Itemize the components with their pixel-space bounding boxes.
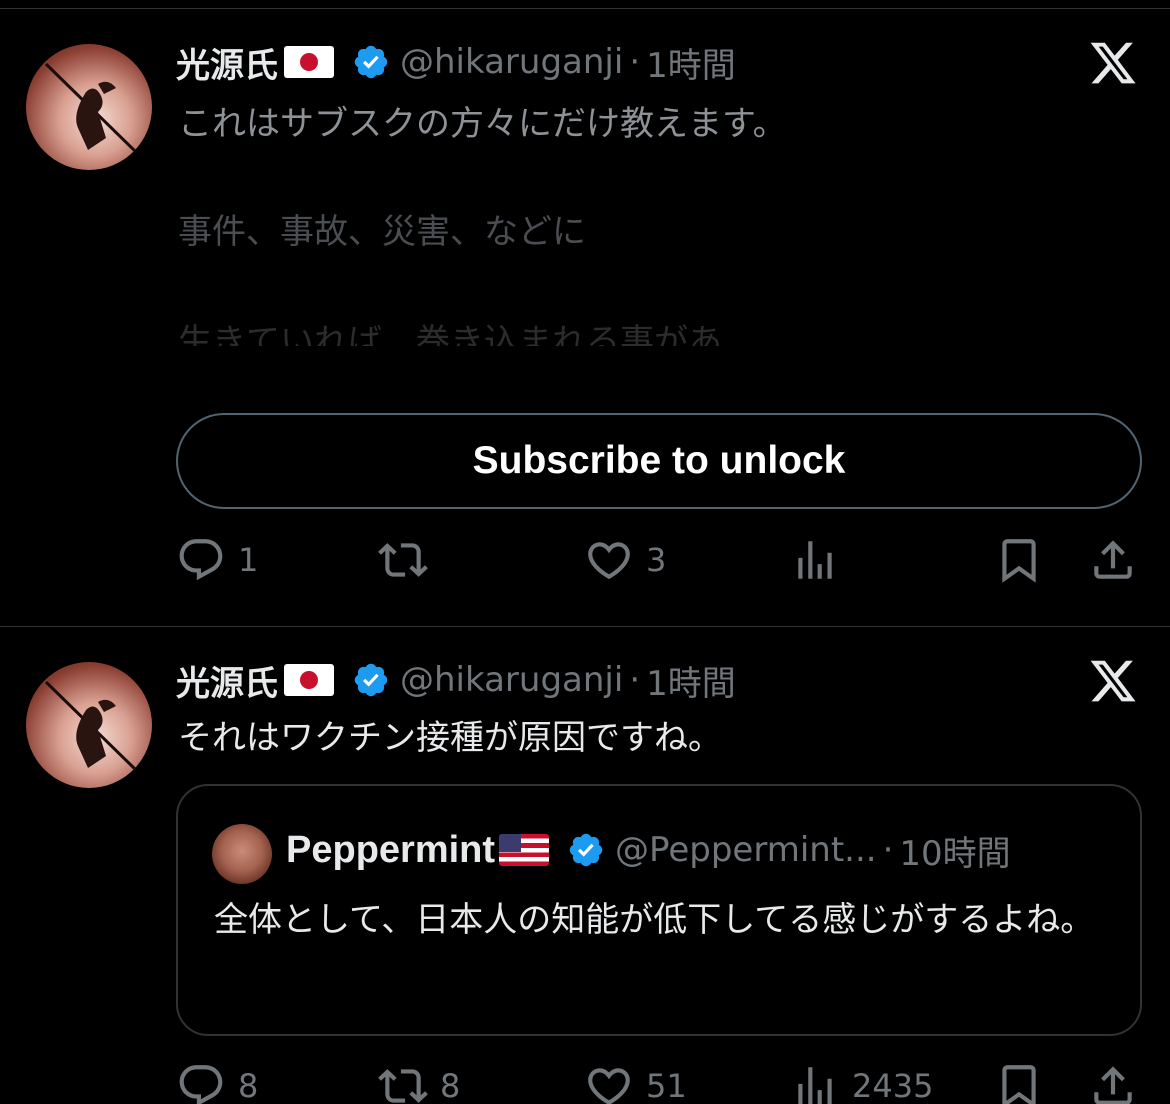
verified-badge-icon[interactable] (352, 661, 390, 699)
quote-avatar[interactable] (212, 824, 272, 884)
share-button[interactable] (1088, 530, 1138, 590)
like-count: 51 (646, 1067, 687, 1104)
share-icon (1094, 1066, 1132, 1104)
display-name[interactable]: 光源氏 (176, 656, 278, 705)
tweet[interactable]: 光源氏 @hikaruganji · 1時間 これはサブスクの方々にだけ教えます… (0, 10, 1170, 625)
separator-dot: · (629, 42, 641, 82)
quote-display-name: Peppermint (286, 828, 496, 871)
like-count: 3 (646, 541, 667, 579)
handle[interactable]: @hikaruganji (400, 42, 623, 82)
timestamp[interactable]: 1時間 (646, 656, 736, 705)
bookmark-icon (1002, 1065, 1036, 1104)
retweet-count: 8 (440, 1067, 461, 1104)
japan-flag-icon (284, 664, 334, 696)
reply-icon (179, 1065, 223, 1104)
quoted-tweet[interactable]: Peppermint @Peppermint... · 10時間 全体として、日… (176, 784, 1142, 1036)
tweet-text-line: 事件、事故、災害、などに (178, 212, 586, 252)
x-logo-icon (1090, 42, 1136, 84)
tweet-divider (0, 626, 1170, 627)
avatar[interactable] (26, 44, 152, 170)
avatar[interactable] (26, 662, 152, 788)
tweet-text-line-faded: 生きていれば、巻き込まれる事があ (178, 322, 722, 346)
like-button[interactable]: 3 (584, 530, 666, 590)
views-icon (798, 1067, 832, 1104)
views-icon (798, 541, 832, 579)
bookmark-button[interactable] (994, 530, 1044, 590)
timestamp[interactable]: 1時間 (646, 38, 736, 87)
retweet-icon (378, 1069, 428, 1103)
bookmark-icon (1002, 539, 1036, 583)
retweet-button[interactable]: 8 (378, 1056, 460, 1104)
reply-count: 8 (238, 1067, 259, 1104)
separator-dot: · (882, 830, 894, 870)
tweet-text-line: これはサブスクの方々にだけ教えます。 (178, 104, 787, 144)
quote-header: Peppermint @Peppermint... · 10時間 (286, 828, 1011, 874)
reply-button[interactable]: 1 (176, 530, 258, 590)
retweet-button[interactable] (378, 530, 440, 590)
handle[interactable]: @hikaruganji (400, 660, 623, 700)
share-button[interactable] (1088, 1056, 1138, 1104)
reply-icon (179, 539, 223, 581)
timeline: 光源氏 @hikaruganji · 1時間 これはサブスクの方々にだけ教えます… (0, 0, 1170, 1104)
subscribe-to-unlock-button[interactable]: Subscribe to unlock (176, 413, 1142, 509)
x-logo-icon (1090, 660, 1136, 702)
reply-count: 1 (238, 541, 259, 579)
heart-icon (588, 542, 630, 580)
tweet-header: 光源氏 @hikaruganji · 1時間 (176, 656, 736, 705)
top-divider (0, 8, 1170, 9)
heart-icon (588, 1068, 630, 1104)
retweet-icon (378, 543, 428, 577)
japan-flag-icon (284, 46, 334, 78)
verified-badge-icon (569, 833, 603, 867)
separator-dot: · (629, 660, 641, 700)
display-name[interactable]: 光源氏 (176, 38, 278, 87)
action-bar: 8 8 51 2435 (176, 1056, 1146, 1104)
views-button[interactable] (790, 530, 852, 590)
verified-badge-icon[interactable] (352, 43, 390, 81)
views-count: 2435 (852, 1067, 934, 1104)
tweet[interactable]: 光源氏 @hikaruganji · 1時間 それはワクチン接種が原因ですね。 … (0, 628, 1170, 1104)
quote-text: 全体として、日本人の知能が低下してる感じがするよね。 (214, 900, 1095, 940)
action-bar: 1 3 (176, 530, 1146, 590)
tweet-header: 光源氏 @hikaruganji · 1時間 (176, 38, 736, 87)
like-button[interactable]: 51 (584, 1056, 687, 1104)
usa-flag-icon (499, 834, 550, 866)
quote-timestamp: 10時間 (899, 833, 1011, 874)
reply-button[interactable]: 8 (176, 1056, 258, 1104)
tweet-text: それはワクチン接種が原因ですね。 (178, 718, 722, 758)
share-icon (1094, 540, 1132, 579)
views-button[interactable]: 2435 (790, 1056, 933, 1104)
bookmark-button[interactable] (994, 1056, 1044, 1104)
quote-handle: @Peppermint... (615, 830, 877, 870)
